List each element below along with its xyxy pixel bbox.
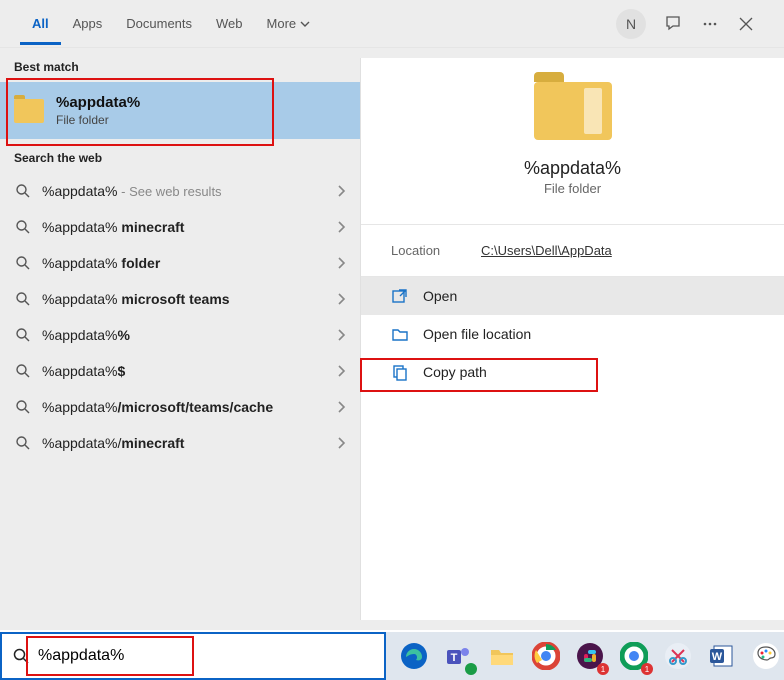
open-icon	[391, 287, 409, 305]
tab-all[interactable]: All	[20, 2, 61, 45]
section-search-web-label: Search the web	[0, 139, 360, 173]
chevron-down-icon	[300, 19, 310, 29]
section-best-match-label: Best match	[0, 48, 360, 82]
chevron-right-icon	[336, 184, 346, 198]
taskbar-app-teams[interactable]: T	[440, 638, 476, 674]
location-label: Location	[391, 243, 481, 258]
action-copy-path[interactable]: Copy path	[361, 353, 784, 391]
tab-apps[interactable]: Apps	[61, 2, 115, 45]
action-label: Copy path	[423, 364, 487, 380]
more-options-icon[interactable]	[696, 10, 724, 38]
results-list: Best match %appdata% File folder Search …	[0, 48, 360, 630]
taskbar-app-paint[interactable]	[748, 638, 784, 674]
copy-icon	[391, 363, 409, 381]
web-suggestion[interactable]: %appdata% microsoft teams	[0, 281, 360, 317]
chevron-right-icon	[336, 256, 346, 270]
chevron-right-icon	[336, 328, 346, 342]
chevron-right-icon	[336, 436, 346, 450]
search-icon	[14, 363, 32, 379]
web-suggestion[interactable]: %appdata%/minecraft	[0, 425, 360, 461]
search-icon	[14, 435, 32, 451]
search-results-panel: Best match %appdata% File folder Search …	[0, 48, 784, 630]
result-details-panel: %appdata% File folder Location C:\Users\…	[360, 58, 784, 620]
search-icon	[14, 399, 32, 415]
search-filter-tabs: All Apps Documents Web More N	[0, 0, 784, 48]
taskbar-app-word[interactable]: W	[704, 638, 740, 674]
chevron-right-icon	[336, 292, 346, 306]
suggestion-text: %appdata%/microsoft/teams/cache	[42, 399, 336, 415]
folder-open-icon	[391, 325, 409, 343]
web-suggestion[interactable]: %appdata% - See web results	[0, 173, 360, 209]
details-title: %appdata%	[524, 158, 621, 179]
action-open-file-location[interactable]: Open file location	[361, 315, 784, 353]
action-label: Open file location	[423, 326, 531, 342]
suggestion-text: %appdata%%	[42, 327, 336, 343]
close-icon[interactable]	[732, 10, 760, 38]
suggestion-text: %appdata% microsoft teams	[42, 291, 336, 307]
suggestion-text: %appdata% - See web results	[42, 183, 336, 199]
best-match-title: %appdata%	[56, 94, 140, 111]
taskbar-app-snip[interactable]	[660, 638, 696, 674]
details-subtitle: File folder	[544, 181, 601, 196]
tab-more-label: More	[267, 16, 297, 31]
search-icon	[14, 219, 32, 235]
taskbar-search[interactable]	[0, 632, 386, 680]
feedback-icon[interactable]	[660, 10, 688, 38]
user-avatar[interactable]: N	[616, 9, 646, 39]
taskbar-app-chrome-alt[interactable]: 1	[616, 638, 652, 674]
taskbar-app-file-explorer[interactable]	[484, 638, 520, 674]
tab-documents[interactable]: Documents	[114, 2, 204, 45]
web-suggestion[interactable]: %appdata%$	[0, 353, 360, 389]
taskbar-pinned-apps: T 11 W	[386, 638, 784, 674]
suggestion-text: %appdata% minecraft	[42, 219, 336, 235]
search-input[interactable]	[38, 634, 384, 678]
chevron-right-icon	[336, 220, 346, 234]
action-label: Open	[423, 288, 457, 304]
best-match-result[interactable]: %appdata% File folder	[0, 82, 360, 139]
taskbar-app-edge[interactable]	[396, 638, 432, 674]
chevron-right-icon	[336, 364, 346, 378]
search-icon	[14, 183, 32, 199]
suggestion-text: %appdata%/minecraft	[42, 435, 336, 451]
folder-large-icon	[534, 82, 612, 140]
folder-icon	[14, 99, 44, 123]
taskbar-app-slack[interactable]: 1	[572, 638, 608, 674]
suggestion-text: %appdata%$	[42, 363, 336, 379]
search-icon	[14, 291, 32, 307]
best-match-subtitle: File folder	[56, 113, 140, 127]
web-suggestion[interactable]: %appdata%%	[0, 317, 360, 353]
tab-more[interactable]: More	[255, 2, 323, 45]
action-open[interactable]: Open	[361, 277, 784, 315]
search-icon	[12, 647, 30, 665]
svg-text:W: W	[712, 651, 723, 663]
location-value-link[interactable]: C:\Users\Dell\AppData	[481, 243, 612, 258]
taskbar-app-chrome[interactable]	[528, 638, 564, 674]
web-suggestion[interactable]: %appdata% folder	[0, 245, 360, 281]
tab-web[interactable]: Web	[204, 2, 255, 45]
svg-text:T: T	[451, 652, 458, 664]
web-suggestion[interactable]: %appdata%/microsoft/teams/cache	[0, 389, 360, 425]
location-row: Location C:\Users\Dell\AppData	[361, 224, 784, 277]
search-icon	[14, 327, 32, 343]
actions-list: Open Open file location Copy path	[361, 277, 784, 391]
search-icon	[14, 255, 32, 271]
windows-taskbar: T 11 W	[0, 632, 784, 680]
suggestion-text: %appdata% folder	[42, 255, 336, 271]
web-suggestion[interactable]: %appdata% minecraft	[0, 209, 360, 245]
chevron-right-icon	[336, 400, 346, 414]
